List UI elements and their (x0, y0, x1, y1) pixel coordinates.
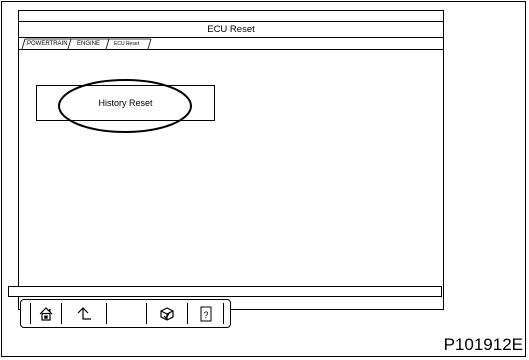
breadcrumb-item-powertrain[interactable]: POWERTRAIN (27, 38, 68, 49)
app-window: ECU Reset POWERTRAIN ENGINE ECU Reset Hi… (18, 10, 444, 310)
status-bar (8, 286, 442, 297)
back-icon (77, 306, 91, 320)
bottom-toolbar: ? (20, 299, 231, 328)
window-top-bar (19, 11, 443, 22)
home-button[interactable] (30, 303, 62, 324)
breadcrumb: POWERTRAIN ENGINE ECU Reset (19, 38, 443, 50)
help-icon: ? (200, 306, 211, 321)
highlight-ellipse (58, 79, 192, 133)
svg-text:?: ? (203, 310, 208, 320)
blank-button[interactable] (107, 303, 147, 324)
print-button[interactable] (147, 303, 188, 324)
help-button[interactable]: ? (188, 303, 224, 324)
home-icon (39, 306, 53, 321)
back-button[interactable] (62, 303, 107, 324)
breadcrumb-item-ecu-reset: ECU Reset (114, 41, 140, 47)
part-number: P101912E (443, 335, 523, 354)
window-title: ECU Reset (19, 22, 443, 38)
print-icon (160, 306, 174, 321)
breadcrumb-item-engine[interactable]: ENGINE (77, 38, 100, 49)
